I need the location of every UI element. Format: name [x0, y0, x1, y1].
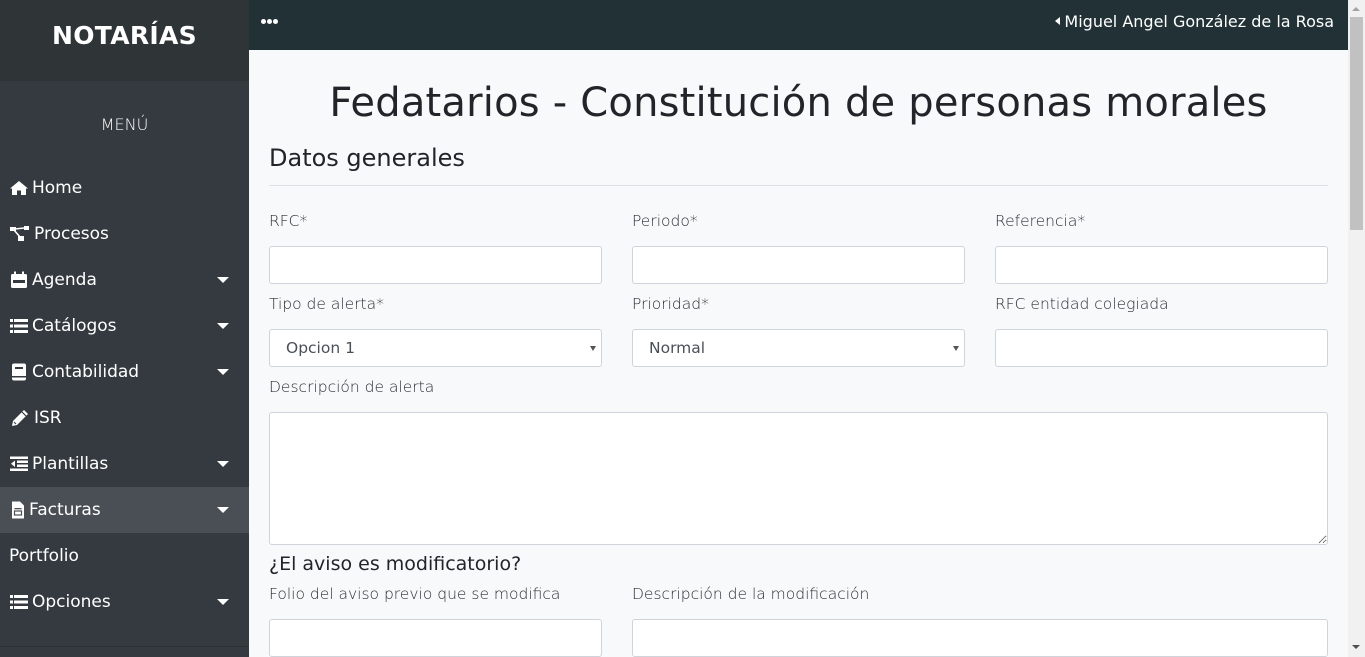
chevron-down-icon: [590, 345, 596, 351]
sidebar-item-portfolio[interactable]: Portfolio: [0, 533, 249, 579]
sidebar: NOTARÍAS MENÚ Home Procesos Agenda Catál…: [0, 0, 249, 657]
section-divider: [269, 185, 1328, 186]
form-row: Tipo de alerta* Opcion 1 Prioridad* Norm…: [269, 294, 1328, 367]
sidebar-nav: Home Procesos Agenda Catálogos Contabili…: [0, 165, 249, 625]
rfc-entidad-input[interactable]: [995, 329, 1328, 367]
pencil-icon: [9, 409, 31, 427]
scroll-up-arrow-icon[interactable]: [1352, 7, 1360, 11]
sidebar-item-procesos[interactable]: Procesos: [0, 211, 249, 257]
chevron-down-icon: [953, 345, 959, 351]
tipo-alerta-label: Tipo de alerta*: [269, 295, 384, 313]
descripcion-alerta-label: Descripción de alerta: [269, 378, 435, 396]
form-row: RFC* Periodo* Referencia*: [269, 211, 1328, 284]
sidebar-item-contabilidad[interactable]: Contabilidad: [0, 349, 249, 395]
form-group-prioridad: Prioridad* Normal: [632, 294, 965, 367]
scroll-down-arrow-icon[interactable]: [1352, 645, 1360, 649]
rfc-label: RFC*: [269, 212, 308, 230]
referencia-label: Referencia*: [995, 212, 1086, 230]
sidebar-item-label: Plantillas: [32, 454, 109, 474]
sidebar-item-home[interactable]: Home: [0, 165, 249, 211]
form-group-rfc: RFC*: [269, 211, 602, 284]
folio-label: Folio del aviso previo que se modifica: [269, 585, 561, 603]
prioridad-select[interactable]: Normal: [632, 329, 965, 367]
caret-left-icon: [1055, 17, 1061, 25]
sidebar-item-label: Catálogos: [32, 316, 117, 336]
page-header: Fedatarios - Constitución de personas mo…: [269, 68, 1328, 138]
chevron-down-icon: [217, 461, 229, 467]
sidebar-header: NOTARÍAS: [0, 0, 249, 81]
page-scrollbar[interactable]: [1348, 0, 1365, 657]
rfc-input[interactable]: [269, 246, 602, 284]
calendar-icon: [9, 271, 29, 289]
sidebar-item-label: Facturas: [29, 500, 101, 520]
list-icon: [9, 593, 29, 611]
sidebar-item-label: ISR: [34, 408, 62, 428]
form-group-periodo: Periodo*: [632, 211, 965, 284]
form-group-folio: Folio del aviso previo que se modifica: [269, 584, 602, 657]
section-title: Datos generales: [269, 144, 465, 172]
chevron-down-icon: [217, 323, 229, 329]
sidebar-item-catalogos[interactable]: Catálogos: [0, 303, 249, 349]
brand-title: NOTARÍAS: [52, 21, 197, 50]
referencia-input[interactable]: [995, 246, 1328, 284]
chevron-down-icon: [217, 277, 229, 283]
list-icon: [9, 317, 29, 335]
form-group-descripcion-alerta: Descripción de alerta: [269, 377, 1328, 545]
sidebar-divider: [0, 646, 249, 647]
descripcion-alerta-textarea[interactable]: [269, 412, 1328, 545]
scroll-thumb[interactable]: [1350, 17, 1363, 230]
user-menu[interactable]: Miguel Angel González de la Rosa: [1055, 12, 1334, 31]
descripcion-modificacion-label: Descripción de la modificación: [632, 585, 870, 603]
sidebar-item-label: Portfolio: [9, 546, 79, 566]
file-icon: [9, 501, 26, 519]
tipo-alerta-selected: Opcion 1: [286, 339, 355, 357]
form-group-referencia: Referencia*: [995, 211, 1328, 284]
periodo-label: Periodo*: [632, 212, 698, 230]
page-title: Fedatarios - Constitución de personas mo…: [329, 80, 1268, 126]
form-row: Folio del aviso previo que se modifica D…: [269, 584, 1328, 657]
chevron-down-icon: [217, 369, 229, 375]
main-content: Fedatarios - Constitución de personas mo…: [269, 50, 1328, 657]
folio-input[interactable]: [269, 619, 602, 657]
chevron-down-icon: [217, 599, 229, 605]
prioridad-selected: Normal: [649, 339, 706, 357]
sidebar-item-isr[interactable]: ISR: [0, 395, 249, 441]
sidebar-item-label: Procesos: [34, 224, 109, 244]
form-group-rfc-entidad: RFC entidad colegiada: [995, 294, 1328, 367]
ellipsis-icon[interactable]: [261, 18, 278, 24]
form-group-tipo-alerta: Tipo de alerta* Opcion 1: [269, 294, 602, 367]
book-icon: [9, 363, 29, 381]
sidebar-item-facturas[interactable]: Facturas: [0, 487, 249, 533]
sidebar-item-label: Agenda: [32, 270, 97, 290]
menu-title: MENÚ: [100, 115, 149, 134]
periodo-input[interactable]: [632, 246, 965, 284]
form-group-descripcion-modificacion: Descripción de la modificación: [632, 584, 1328, 657]
sidebar-item-plantillas[interactable]: Plantillas: [0, 441, 249, 487]
prioridad-label: Prioridad*: [632, 295, 709, 313]
rfc-entidad-label: RFC entidad colegiada: [995, 295, 1169, 313]
home-icon: [9, 179, 29, 197]
modificatorio-question: ¿El aviso es modificatorio?: [269, 553, 522, 575]
indent-icon: [9, 455, 29, 473]
sidebar-item-opciones[interactable]: Opciones: [0, 579, 249, 625]
descripcion-modificacion-input[interactable]: [632, 619, 1328, 657]
sitemap-icon: [9, 225, 31, 243]
sidebar-item-label: Contabilidad: [32, 362, 140, 382]
tipo-alerta-select[interactable]: Opcion 1: [269, 329, 602, 367]
top-navbar: Miguel Angel González de la Rosa: [249, 0, 1348, 50]
sidebar-item-label: Opciones: [32, 592, 111, 612]
sidebar-item-label: Home: [32, 178, 83, 198]
sidebar-item-agenda[interactable]: Agenda: [0, 257, 249, 303]
user-name: Miguel Angel González de la Rosa: [1064, 11, 1334, 31]
chevron-down-icon: [217, 507, 229, 513]
